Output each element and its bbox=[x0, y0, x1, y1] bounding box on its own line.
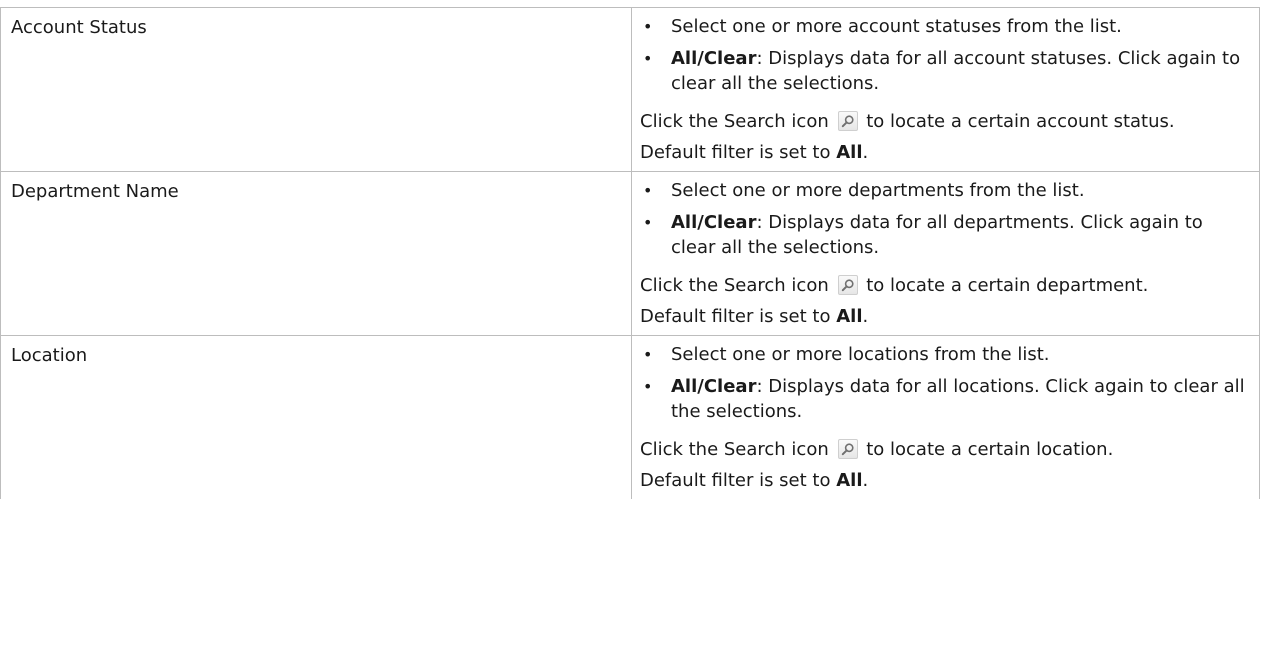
default-note-before: Default filter is set to bbox=[640, 470, 837, 491]
default-value: All bbox=[836, 142, 863, 163]
search-note-before: Click the Search icon bbox=[640, 111, 829, 132]
table-row: Department Name • Select one or more dep… bbox=[0, 171, 1260, 336]
default-note-after: . bbox=[862, 142, 869, 163]
option-text: : Displays data for all account statuses… bbox=[671, 48, 1241, 94]
table-row: Location • Select one or more locations … bbox=[0, 335, 1260, 499]
list-item: • Select one or more locations from the … bbox=[640, 342, 1251, 367]
default-note-after: . bbox=[862, 306, 869, 327]
default-note: Default filter is set to All. bbox=[640, 468, 1251, 493]
option-text: : Displays data for all locations. Click… bbox=[671, 376, 1245, 422]
default-value: All bbox=[836, 306, 863, 327]
search-note-after: to locate a certain department. bbox=[866, 275, 1149, 296]
search-note-before: Click the Search icon bbox=[640, 275, 829, 296]
bullet: • bbox=[643, 377, 653, 396]
default-note: Default filter is set to All. bbox=[640, 140, 1251, 165]
list-item: • Select one or more account statuses fr… bbox=[640, 14, 1251, 39]
filter-name-cell: Location bbox=[0, 335, 632, 499]
default-value: All bbox=[836, 470, 863, 491]
filter-description-cell: • Select one or more departments from th… bbox=[631, 171, 1260, 336]
bullet: • bbox=[643, 17, 653, 36]
list-item: • All/Clear: Displays data for all depar… bbox=[640, 210, 1251, 260]
option-list: • Select one or more departments from th… bbox=[640, 178, 1251, 260]
search-icon bbox=[837, 439, 858, 459]
filter-name: Department Name bbox=[11, 181, 179, 202]
bullet: • bbox=[643, 181, 653, 200]
filter-name: Account Status bbox=[11, 17, 147, 38]
search-note-before: Click the Search icon bbox=[640, 439, 829, 460]
option-term: All/Clear bbox=[671, 212, 757, 233]
option-text: Select one or more locations from the li… bbox=[671, 344, 1050, 365]
bullet: • bbox=[643, 213, 653, 232]
search-note: Click the Search icon to locate a certai… bbox=[640, 273, 1251, 298]
option-list: • Select one or more locations from the … bbox=[640, 342, 1251, 424]
list-item: • All/Clear: Displays data for all accou… bbox=[640, 46, 1251, 96]
search-note: Click the Search icon to locate a certai… bbox=[640, 109, 1251, 134]
option-term: All/Clear bbox=[671, 48, 757, 69]
search-note: Click the Search icon to locate a certai… bbox=[640, 437, 1251, 462]
filter-name-cell: Account Status bbox=[0, 7, 632, 172]
search-note-after: to locate a certain location. bbox=[866, 439, 1114, 460]
filter-name: Location bbox=[11, 345, 88, 366]
list-item: • All/Clear: Displays data for all locat… bbox=[640, 374, 1251, 424]
filter-description-cell: • Select one or more account statuses fr… bbox=[631, 7, 1260, 172]
option-text: Select one or more account statuses from… bbox=[671, 16, 1122, 37]
list-item: • Select one or more departments from th… bbox=[640, 178, 1251, 203]
option-list: • Select one or more account statuses fr… bbox=[640, 14, 1251, 96]
default-note-after: . bbox=[862, 470, 869, 491]
filter-table: Account Status • Select one or more acco… bbox=[0, 7, 1260, 499]
search-icon bbox=[837, 275, 858, 295]
filter-name-cell: Department Name bbox=[0, 171, 632, 336]
default-note-before: Default filter is set to bbox=[640, 142, 837, 163]
default-note-before: Default filter is set to bbox=[640, 306, 837, 327]
table-row: Account Status • Select one or more acco… bbox=[0, 7, 1260, 172]
bullet: • bbox=[643, 49, 653, 68]
option-text: Select one or more departments from the … bbox=[671, 180, 1085, 201]
search-icon bbox=[837, 111, 858, 131]
filter-description-cell: • Select one or more locations from the … bbox=[631, 335, 1260, 499]
bullet: • bbox=[643, 345, 653, 364]
search-note-after: to locate a certain account status. bbox=[866, 111, 1175, 132]
option-term: All/Clear bbox=[671, 376, 757, 397]
default-note: Default filter is set to All. bbox=[640, 304, 1251, 329]
